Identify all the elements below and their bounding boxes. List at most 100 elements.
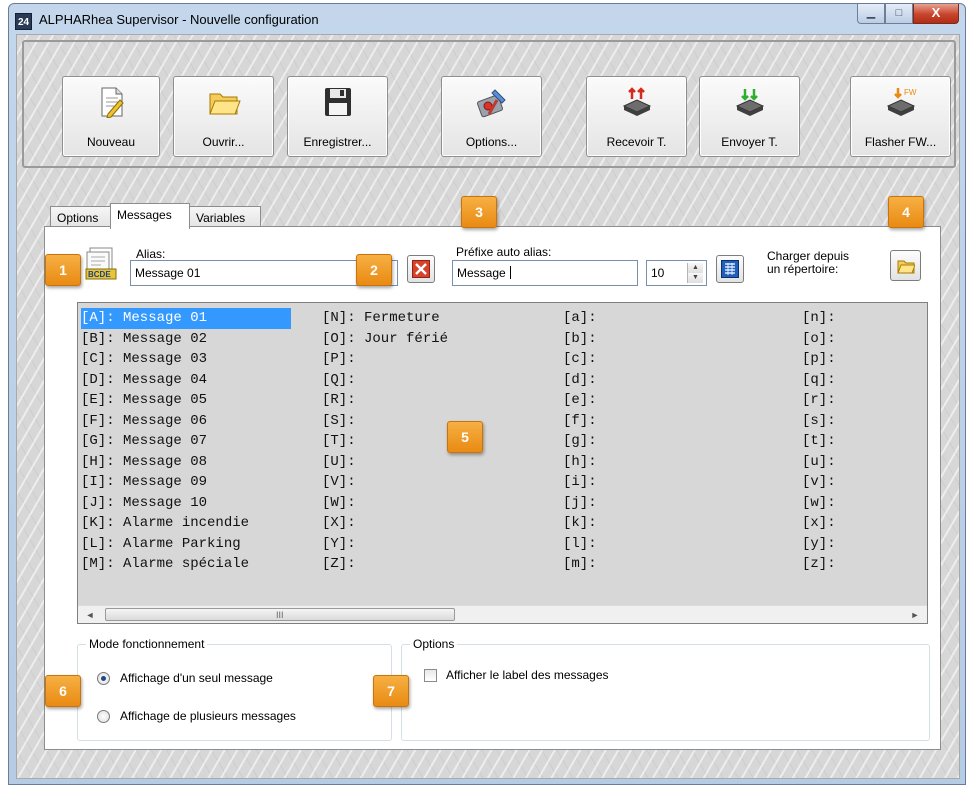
minimize-icon: ▁ [866,7,876,19]
list-item[interactable]: [k]: [563,513,597,534]
list-item[interactable]: [x]: [802,513,836,534]
tab-messages[interactable]: Messages [110,203,190,229]
list-item[interactable]: [h]: [563,452,597,473]
load-from-directory-button[interactable] [890,250,921,281]
list-item[interactable]: [s]: [802,411,836,432]
list-item[interactable]: [B]: Message 02 [81,329,291,350]
list-item[interactable]: [j]: [563,493,597,514]
list-item[interactable]: [r]: [802,390,836,411]
list-item[interactable]: [R]: [322,390,448,411]
save-button[interactable]: Enregistrer... [287,76,388,157]
receive-button[interactable]: Recevoir T. [586,76,687,157]
folder-open-icon [208,93,241,115]
list-item[interactable]: [Z]: [322,554,448,575]
list-item[interactable]: [H]: Message 08 [81,452,291,473]
list-item[interactable]: [E]: Message 05 [81,390,291,411]
list-item[interactable]: [P]: [322,349,448,370]
list-item[interactable]: [I]: Message 09 [81,472,291,493]
scroll-right-icon[interactable]: ► [909,609,921,621]
options-button-label: Options... [465,135,518,149]
list-item[interactable]: [Q]: [322,370,448,391]
options-button[interactable]: Options... [441,76,542,157]
horizontal-scrollbar[interactable]: ◄ III ► [78,605,927,623]
new-button[interactable]: Nouveau [62,76,160,157]
list-item[interactable]: [w]: [802,493,836,514]
scroll-left-icon[interactable]: ◄ [84,609,96,621]
list-item[interactable]: [o]: [802,329,836,350]
list-item[interactable]: [L]: Alarme Parking [81,534,291,555]
list-item[interactable]: [C]: Message 03 [81,349,291,370]
mode-single-radio[interactable] [97,672,110,685]
apply-auto-alias-button[interactable] [716,255,744,283]
list-item[interactable]: [z]: [802,554,836,575]
text-caret [510,266,512,279]
marker-3: 3 [461,196,497,228]
message-column-1: [A]: Message 01 [B]: Message 02 [C]: Mes… [81,308,291,575]
list-item[interactable]: [V]: [322,472,448,493]
clear-alias-button[interactable] [407,255,435,283]
list-item[interactable]: [O]: Jour férié [322,329,448,350]
message-card-icon-text: BCDE [88,270,111,279]
scrollbar-thumb[interactable]: III [105,608,455,621]
list-item[interactable]: [f]: [563,411,597,432]
flash-firmware-button-label: Flasher FW... [864,135,937,149]
list-item[interactable]: [y]: [802,534,836,555]
list-item[interactable]: [n]: [802,308,836,329]
list-item[interactable]: [d]: [563,370,597,391]
mode-multiple-radio[interactable] [97,710,110,723]
list-item[interactable]: [l]: [563,534,597,555]
list-item[interactable]: [A]: Message 01 [81,308,291,329]
list-item[interactable]: [N]: Fermeture [322,308,448,329]
list-item[interactable]: [X]: [322,513,448,534]
list-item[interactable]: [v]: [802,472,836,493]
list-item[interactable]: [p]: [802,349,836,370]
list-item[interactable]: [G]: Message 07 [81,431,291,452]
mode-group: Mode fonctionnement [77,637,392,741]
receive-button-label: Recevoir T. [606,135,667,149]
send-button[interactable]: Envoyer T. [699,76,800,157]
spinner-up-icon[interactable]: ▲ [688,263,703,273]
list-item[interactable]: [i]: [563,472,597,493]
close-button[interactable]: X [913,4,959,24]
list-item[interactable]: [U]: [322,452,448,473]
number-spinner[interactable]: ▲ ▼ [687,263,703,283]
new-button-label: Nouveau [86,135,136,149]
auto-alias-prefix-input[interactable]: Message [452,260,638,286]
maximize-button[interactable]: □ [885,4,913,24]
floppy-disk-icon [324,88,351,116]
tab-options[interactable]: Options [50,206,112,228]
list-item[interactable]: [S]: [322,411,448,432]
minimize-button[interactable]: ▁ [857,4,885,24]
flash-firmware-icon: FW [886,88,916,116]
close-icon: X [931,5,941,20]
list-item[interactable]: [u]: [802,452,836,473]
list-item[interactable]: [g]: [563,431,597,452]
list-item[interactable]: [D]: Message 04 [81,370,291,391]
numbered-list-icon [721,260,739,278]
list-item[interactable]: [q]: [802,370,836,391]
list-item[interactable]: [T]: [322,431,448,452]
options-group: Options [401,637,930,741]
spinner-down-icon[interactable]: ▼ [688,273,703,283]
list-item[interactable]: [c]: [563,349,597,370]
list-item[interactable]: [e]: [563,390,597,411]
tab-variables[interactable]: Variables [189,206,261,228]
list-item[interactable]: [M]: Alarme spéciale [81,554,291,575]
list-item[interactable]: [W]: [322,493,448,514]
marker-1: 1 [45,254,81,286]
list-item[interactable]: [m]: [563,554,597,575]
open-button[interactable]: Ouvrir... [173,76,274,157]
list-item[interactable]: [F]: Message 06 [81,411,291,432]
list-item[interactable]: [K]: Alarme incendie [81,513,291,534]
list-item[interactable]: [J]: Message 10 [81,493,291,514]
message-list[interactable]: [A]: Message 01 [B]: Message 02 [C]: Mes… [77,302,928,624]
list-item[interactable]: [Y]: [322,534,448,555]
show-label-checkbox[interactable] [424,669,437,682]
list-item[interactable]: [b]: [563,329,597,350]
list-item[interactable]: [t]: [802,431,836,452]
flash-firmware-button[interactable]: FW Flasher FW... [850,76,951,157]
clear-x-icon [412,260,430,278]
title-bar: 24 ALPHARhea Supervisor - Nouvelle confi… [9,4,965,34]
list-item[interactable]: [a]: [563,308,597,329]
send-device-icon [735,89,764,116]
